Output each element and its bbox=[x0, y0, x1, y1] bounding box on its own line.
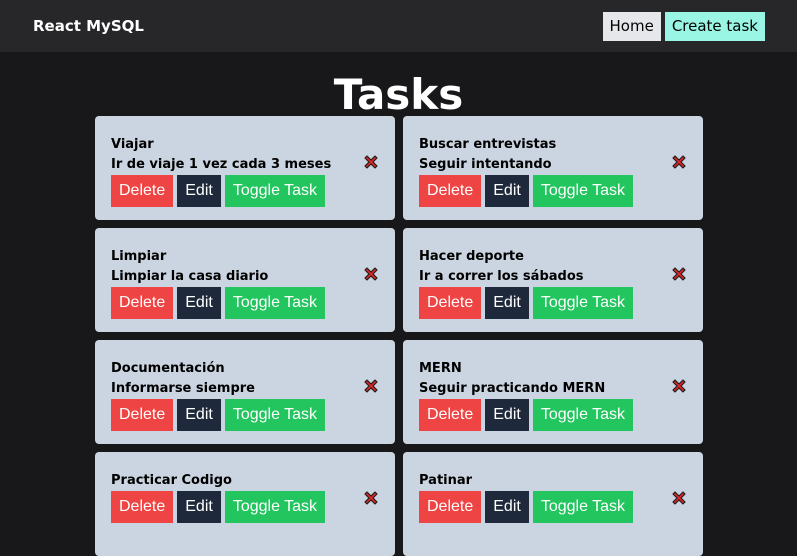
task-actions: Delete Edit Toggle Task bbox=[419, 399, 687, 431]
edit-button[interactable]: Edit bbox=[485, 491, 529, 523]
cross-mark-icon bbox=[363, 490, 379, 506]
edit-button[interactable]: Edit bbox=[485, 399, 529, 431]
task-title: Documentación bbox=[111, 361, 225, 376]
task-description: Informarse siempre bbox=[111, 381, 255, 396]
delete-button[interactable]: Delete bbox=[111, 399, 174, 431]
delete-button[interactable]: Delete bbox=[111, 491, 174, 523]
page-title: Tasks bbox=[333, 70, 464, 119]
task-actions: Delete Edit Toggle Task bbox=[111, 175, 379, 207]
toggle-task-button[interactable]: Toggle Task bbox=[532, 175, 634, 207]
cross-mark-icon bbox=[671, 490, 687, 506]
task-actions: Delete Edit Toggle Task bbox=[111, 491, 379, 523]
nav-links: Home Create task bbox=[602, 11, 765, 41]
delete-button[interactable]: Delete bbox=[111, 175, 174, 207]
task-description: Seguir intentando bbox=[419, 157, 552, 172]
task-description: Seguir practicando MERN bbox=[419, 381, 606, 396]
toggle-task-button[interactable]: Toggle Task bbox=[532, 287, 634, 319]
task-title: Patinar bbox=[419, 473, 473, 488]
delete-button[interactable]: Delete bbox=[419, 287, 482, 319]
edit-button[interactable]: Edit bbox=[177, 491, 221, 523]
task-card: Viajar Ir de viaje 1 vez cada 3 meses Dele… bbox=[95, 116, 395, 220]
task-card: Practicar Codigo Delete Edit Toggle Task bbox=[95, 452, 395, 556]
task-card: Documentación Informarse siempre Delete Edi… bbox=[95, 340, 395, 444]
task-card: Limpiar Limpiar la casa diario Delete Edit T… bbox=[95, 228, 395, 332]
task-title: MERN bbox=[419, 361, 462, 376]
task-title: Hacer deporte bbox=[419, 249, 524, 264]
cross-mark-icon bbox=[671, 378, 687, 394]
toggle-task-button[interactable]: Toggle Task bbox=[224, 287, 326, 319]
task-title: Viajar bbox=[111, 137, 154, 152]
task-title: Buscar entrevistas bbox=[419, 137, 557, 152]
edit-button[interactable]: Edit bbox=[485, 175, 529, 207]
navbar: React MySQL Home Create task bbox=[0, 0, 797, 52]
edit-button[interactable]: Edit bbox=[485, 287, 529, 319]
task-actions: Delete Edit Toggle Task bbox=[419, 175, 687, 207]
task-card: MERN Seguir practicando MERN Delete Edit Tog… bbox=[403, 340, 703, 444]
cross-mark-icon bbox=[363, 378, 379, 394]
home-link[interactable]: Home bbox=[602, 11, 661, 41]
task-actions: Delete Edit Toggle Task bbox=[419, 287, 687, 319]
task-actions: Delete Edit Toggle Task bbox=[419, 491, 687, 523]
task-actions: Delete Edit Toggle Task bbox=[111, 287, 379, 319]
task-description: Ir de viaje 1 vez cada 3 meses bbox=[111, 157, 332, 172]
task-card: Hacer deporte Ir a correr los sábados Dele… bbox=[403, 228, 703, 332]
edit-button[interactable]: Edit bbox=[177, 287, 221, 319]
toggle-task-button[interactable]: Toggle Task bbox=[532, 399, 634, 431]
toggle-task-button[interactable]: Toggle Task bbox=[224, 491, 326, 523]
delete-button[interactable]: Delete bbox=[419, 175, 482, 207]
task-card: Patinar Delete Edit Toggle Task bbox=[403, 452, 703, 556]
task-grid: Viajar Ir de viaje 1 vez cada 3 meses Dele… bbox=[95, 116, 703, 556]
task-actions: Delete Edit Toggle Task bbox=[111, 399, 379, 431]
task-title: Limpiar bbox=[111, 249, 167, 264]
delete-button[interactable]: Delete bbox=[111, 287, 174, 319]
edit-button[interactable]: Edit bbox=[177, 175, 221, 207]
task-title: Practicar Codigo bbox=[111, 473, 232, 488]
brand-logo[interactable]: React MySQL bbox=[33, 17, 144, 35]
cross-mark-icon bbox=[363, 154, 379, 170]
cross-mark-icon bbox=[671, 154, 687, 170]
cross-mark-icon bbox=[363, 266, 379, 282]
edit-button[interactable]: Edit bbox=[177, 399, 221, 431]
task-description: Limpiar la casa diario bbox=[111, 269, 269, 284]
toggle-task-button[interactable]: Toggle Task bbox=[532, 491, 634, 523]
toggle-task-button[interactable]: Toggle Task bbox=[224, 399, 326, 431]
task-description: Ir a correr los sábados bbox=[419, 269, 584, 284]
toggle-task-button[interactable]: Toggle Task bbox=[224, 175, 326, 207]
task-card: Buscar entrevistas Seguir intentando Delet… bbox=[403, 116, 703, 220]
delete-button[interactable]: Delete bbox=[419, 491, 482, 523]
create-task-link[interactable]: Create task bbox=[664, 11, 765, 41]
cross-mark-icon bbox=[671, 266, 687, 282]
delete-button[interactable]: Delete bbox=[419, 399, 482, 431]
